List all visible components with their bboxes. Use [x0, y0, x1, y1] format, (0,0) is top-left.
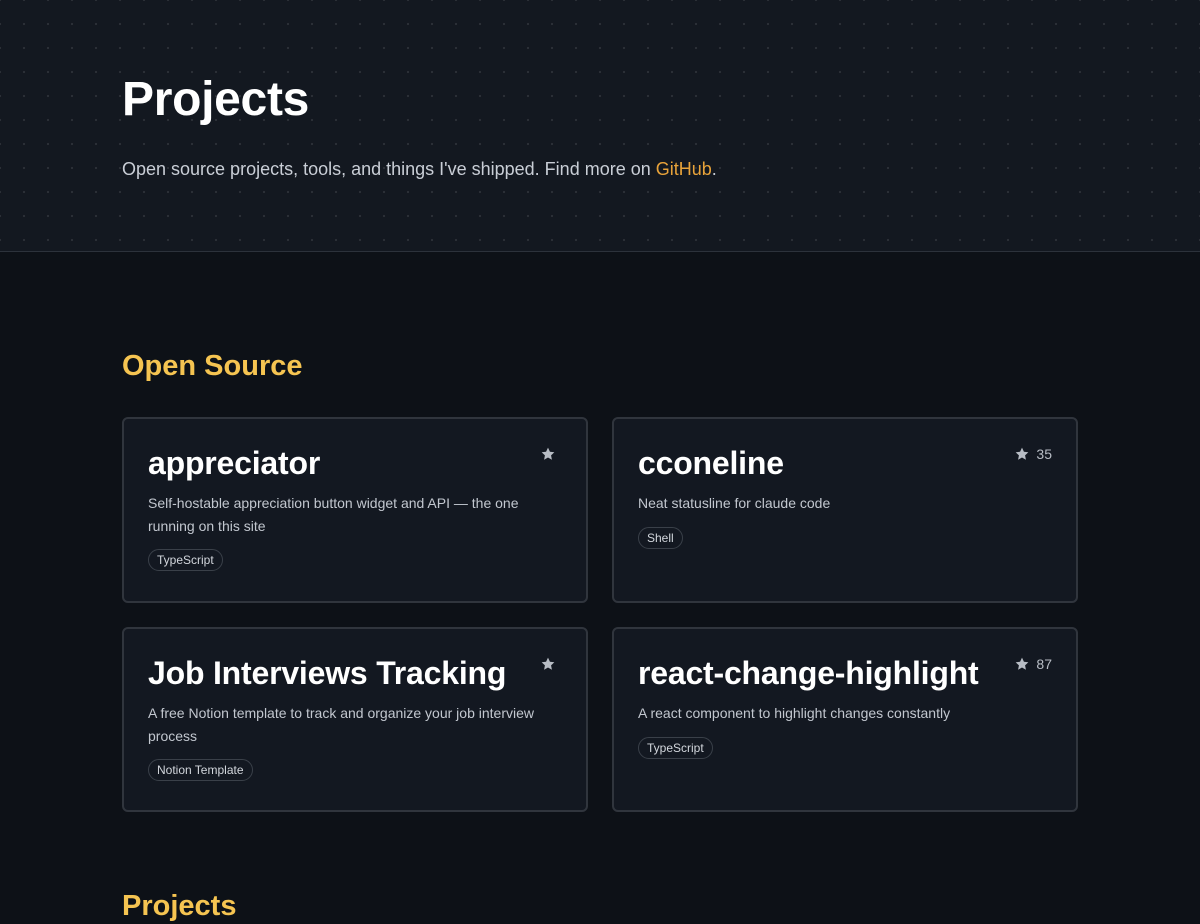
language-tag: Shell [638, 527, 683, 549]
page-header: Projects Open source projects, tools, an… [0, 0, 1200, 252]
subtitle-end: . [711, 159, 717, 179]
star-button[interactable]: 87 [1014, 655, 1052, 673]
section-title-projects: Projects [122, 890, 237, 922]
project-card-cconeline[interactable]: cconeline 35 Neat statusline for claude … [612, 417, 1078, 603]
star-icon [1016, 657, 1029, 670]
project-title: appreciator [148, 445, 321, 481]
section-title-open-source: Open Source [122, 350, 303, 382]
page-title: Projects [122, 73, 310, 126]
language-tag: TypeScript [148, 549, 223, 571]
project-description: Neat statusline for claude code [638, 495, 831, 511]
language-tag: TypeScript [638, 737, 713, 759]
star-icon [541, 657, 555, 670]
page-subtitle: Open source projects, tools, and things … [122, 157, 717, 181]
language-tag: Notion Template [148, 759, 253, 781]
github-link[interactable]: GitHub [656, 159, 712, 179]
star-button[interactable]: 35 [1014, 445, 1052, 463]
star-button[interactable] [540, 655, 562, 673]
star-count: 87 [1036, 656, 1052, 672]
star-count: 35 [1036, 446, 1052, 462]
star-button[interactable] [540, 445, 562, 463]
project-card-appreciator[interactable]: appreciator Self-hostable appreciation b… [122, 417, 588, 603]
project-card-job-interviews-tracking[interactable]: Job Interviews Tracking A free Notion te… [122, 627, 588, 812]
project-description: A free Notion template to track and orga… [148, 705, 534, 744]
project-title: Job Interviews Tracking [148, 655, 507, 691]
star-icon [541, 447, 555, 460]
project-description: A react component to highlight changes c… [638, 705, 951, 721]
subtitle-text: Open source projects, tools, and things … [122, 159, 656, 179]
star-icon [1016, 447, 1029, 460]
project-description: Self-hostable appreciation button widget… [148, 495, 519, 534]
project-title: react-change-highlight [638, 655, 979, 691]
project-card-react-change-highlight[interactable]: react-change-highlight 87 A react compon… [612, 627, 1078, 812]
project-title: cconeline [638, 445, 784, 481]
